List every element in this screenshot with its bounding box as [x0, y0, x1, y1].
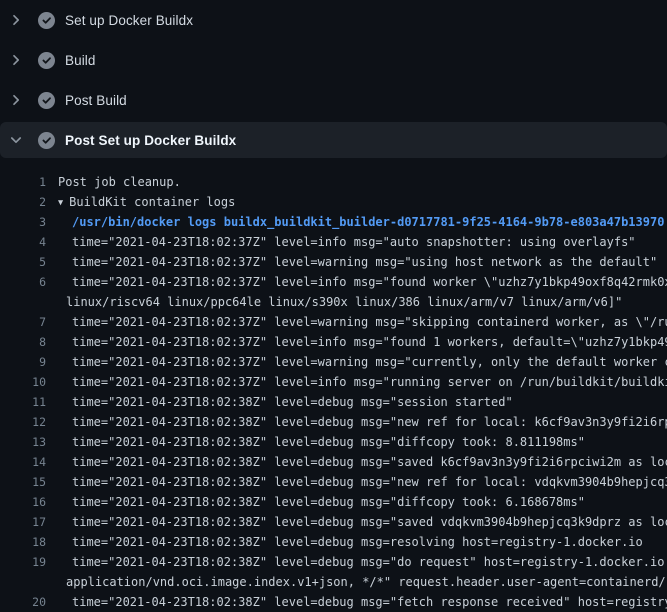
- log-line: 19 time="2021-04-23T18:02:38Z" level=deb…: [0, 552, 667, 572]
- log-line-text: linux/riscv64 linux/ppc64le linux/s390x …: [66, 292, 622, 312]
- chevron-down-icon[interactable]: [8, 132, 24, 148]
- check-circle-icon: [38, 132, 55, 149]
- line-number[interactable]: 13: [0, 432, 46, 452]
- log-line: 17 time="2021-04-23T18:02:38Z" level=deb…: [0, 512, 667, 532]
- log-line: 8 time="2021-04-23T18:02:37Z" level=info…: [0, 332, 667, 352]
- log-line: 16 time="2021-04-23T18:02:38Z" level=deb…: [0, 492, 667, 512]
- log-line: 12 time="2021-04-23T18:02:38Z" level=deb…: [0, 412, 667, 432]
- log-line-continuation: linux/riscv64 linux/ppc64le linux/s390x …: [0, 292, 667, 312]
- line-number[interactable]: 15: [0, 472, 46, 492]
- log-line: 1 Post job cleanup.: [0, 172, 667, 192]
- line-number[interactable]: 4: [0, 232, 46, 252]
- log-line-text: time="2021-04-23T18:02:38Z" level=debug …: [72, 532, 643, 552]
- log-line-text: application/vnd.oci.image.index.v1+json,…: [66, 572, 667, 592]
- log-line-text: time="2021-04-23T18:02:38Z" level=debug …: [72, 412, 667, 432]
- log-line: 14 time="2021-04-23T18:02:38Z" level=deb…: [0, 452, 667, 472]
- log-line-text: Post job cleanup.: [58, 172, 181, 192]
- log-line: 6 time="2021-04-23T18:02:37Z" level=info…: [0, 272, 667, 292]
- log-line: 11 time="2021-04-23T18:02:38Z" level=deb…: [0, 392, 667, 412]
- log-line: 7 time="2021-04-23T18:02:37Z" level=warn…: [0, 312, 667, 332]
- line-number[interactable]: [0, 572, 46, 592]
- step-row-3[interactable]: Post Set up Docker Buildx: [0, 122, 667, 158]
- steps-list: Set up Docker Buildx Build P: [0, 0, 667, 158]
- actions-log-viewer: Set up Docker Buildx Build P: [0, 0, 667, 612]
- step-label: Post Set up Docker Buildx: [65, 133, 236, 148]
- log-line-text: time="2021-04-23T18:02:38Z" level=debug …: [72, 432, 585, 452]
- line-number[interactable]: 9: [0, 352, 46, 372]
- line-number[interactable]: [0, 292, 46, 312]
- line-number[interactable]: 6: [0, 272, 46, 292]
- log-line-continuation: application/vnd.oci.image.index.v1+json,…: [0, 572, 667, 592]
- line-number[interactable]: 20: [0, 592, 46, 612]
- line-number[interactable]: 2: [0, 192, 46, 212]
- log-line-text: time="2021-04-23T18:02:38Z" level=debug …: [72, 452, 667, 472]
- check-circle-icon: [38, 52, 55, 69]
- line-number[interactable]: 1: [0, 172, 46, 192]
- line-number[interactable]: 19: [0, 552, 46, 572]
- log-line: 9 time="2021-04-23T18:02:37Z" level=warn…: [0, 352, 667, 372]
- step-row-2[interactable]: Post Build: [0, 80, 667, 120]
- log-line-text: time="2021-04-23T18:02:37Z" level=warnin…: [72, 352, 667, 372]
- log-line-text: time="2021-04-23T18:02:38Z" level=debug …: [72, 512, 667, 532]
- log-line: 10 time="2021-04-23T18:02:37Z" level=inf…: [0, 372, 667, 392]
- step-row-0[interactable]: Set up Docker Buildx: [0, 0, 667, 40]
- log-line: 13 time="2021-04-23T18:02:38Z" level=deb…: [0, 432, 667, 452]
- log-line-text: time="2021-04-23T18:02:38Z" level=debug …: [72, 592, 667, 612]
- line-number[interactable]: 5: [0, 252, 46, 272]
- step-label: Set up Docker Buildx: [65, 13, 193, 28]
- log-line-text: time="2021-04-23T18:02:37Z" level=info m…: [72, 272, 667, 292]
- line-number[interactable]: 3: [0, 212, 46, 232]
- line-number[interactable]: 8: [0, 332, 46, 352]
- log-line-text: ▼BuildKit container logs: [58, 192, 235, 212]
- check-circle-icon: [38, 12, 55, 29]
- log-line-text: time="2021-04-23T18:02:37Z" level=info m…: [72, 232, 636, 252]
- step-row-1[interactable]: Build: [0, 40, 667, 80]
- log-line-text: time="2021-04-23T18:02:38Z" level=debug …: [72, 492, 585, 512]
- log-line-text: time="2021-04-23T18:02:38Z" level=debug …: [72, 392, 513, 412]
- step-label: Post Build: [65, 93, 127, 108]
- line-number[interactable]: 16: [0, 492, 46, 512]
- line-number[interactable]: 10: [0, 372, 46, 392]
- chevron-right-icon[interactable]: [8, 92, 24, 108]
- line-number[interactable]: 18: [0, 532, 46, 552]
- log-content: 1 Post job cleanup. 2 ▼BuildKit containe…: [0, 160, 667, 612]
- log-line-text: time="2021-04-23T18:02:37Z" level=info m…: [72, 372, 667, 392]
- log-line: 18 time="2021-04-23T18:02:38Z" level=deb…: [0, 532, 667, 552]
- log-line: 4 time="2021-04-23T18:02:37Z" level=info…: [0, 232, 667, 252]
- log-line-text: /usr/bin/docker logs buildx_buildkit_bui…: [72, 212, 664, 232]
- check-circle-icon: [38, 92, 55, 109]
- line-number[interactable]: 17: [0, 512, 46, 532]
- line-number[interactable]: 11: [0, 392, 46, 412]
- log-line-text: time="2021-04-23T18:02:37Z" level=warnin…: [72, 312, 667, 332]
- log-line: 5 time="2021-04-23T18:02:37Z" level=warn…: [0, 252, 667, 272]
- log-line: 20 time="2021-04-23T18:02:38Z" level=deb…: [0, 592, 667, 612]
- step-label: Build: [65, 53, 96, 68]
- log-line-text: time="2021-04-23T18:02:37Z" level=warnin…: [72, 252, 657, 272]
- chevron-right-icon[interactable]: [8, 52, 24, 68]
- chevron-right-icon[interactable]: [8, 12, 24, 28]
- log-group-toggle[interactable]: 2 ▼BuildKit container logs: [0, 192, 667, 212]
- log-line-text: time="2021-04-23T18:02:37Z" level=info m…: [72, 332, 667, 352]
- log-line: 3 /usr/bin/docker logs buildx_buildkit_b…: [0, 212, 667, 232]
- line-number[interactable]: 7: [0, 312, 46, 332]
- line-number[interactable]: 12: [0, 412, 46, 432]
- log-line-text: time="2021-04-23T18:02:38Z" level=debug …: [72, 552, 667, 572]
- line-number[interactable]: 14: [0, 452, 46, 472]
- log-line-text: time="2021-04-23T18:02:38Z" level=debug …: [72, 472, 667, 492]
- log-line: 15 time="2021-04-23T18:02:38Z" level=deb…: [0, 472, 667, 492]
- group-collapse-triangle-icon: ▼: [58, 198, 63, 208]
